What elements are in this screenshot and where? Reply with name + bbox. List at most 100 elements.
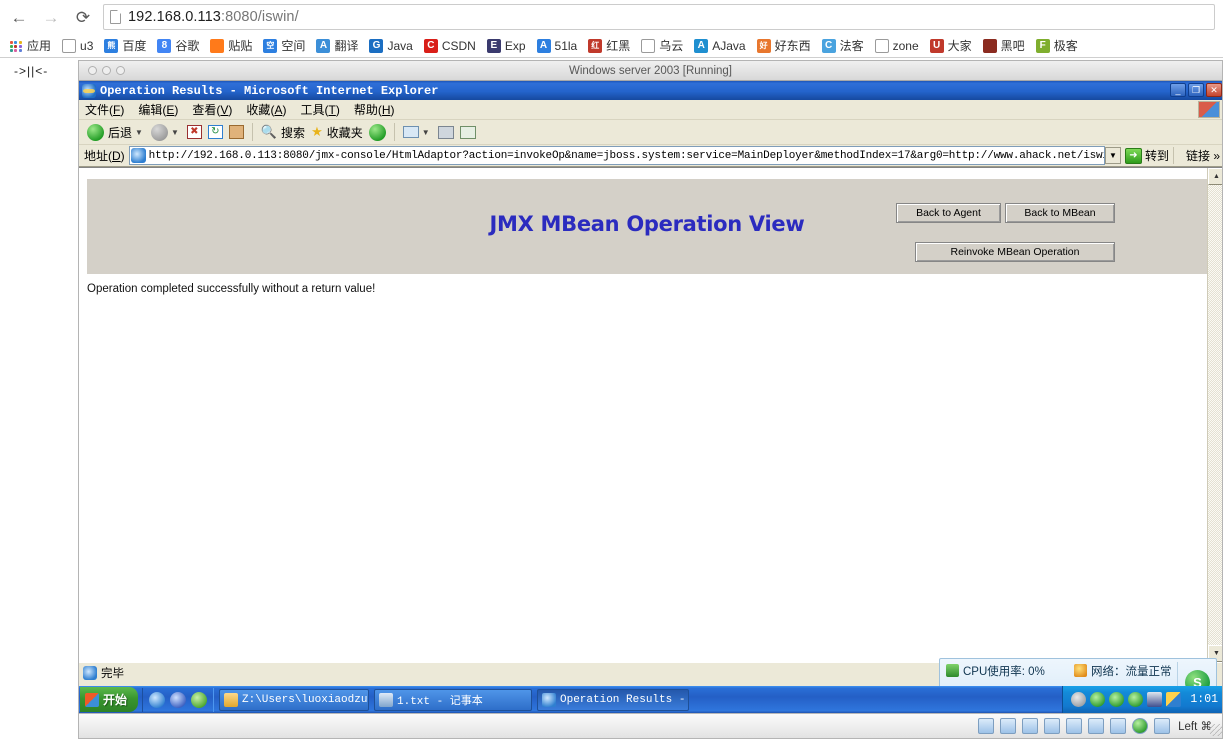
scrollbar-track[interactable]	[1208, 185, 1223, 645]
bookmark-item[interactable]: 空空间	[258, 36, 310, 56]
bookmark-item[interactable]: 贴贴	[205, 36, 257, 56]
minimize-button[interactable]: _	[1170, 83, 1186, 97]
vm-titlebar[interactable]: Windows server 2003 [Running]	[79, 61, 1222, 81]
bookmark-item[interactable]: 熊百度	[99, 36, 151, 56]
bookmark-item[interactable]: u3	[57, 36, 98, 56]
bookmark-item[interactable]: A51la	[532, 36, 583, 56]
ie-window-buttons[interactable]: _ ❐ ✕	[1170, 83, 1222, 97]
bookmark-item[interactable]: U大家	[925, 36, 977, 56]
bookmark-item[interactable]: 8谷歌	[152, 36, 204, 56]
bookmark-item[interactable]: 红红黑	[583, 36, 635, 56]
reinvoke-mbean-operation-button[interactable]: Reinvoke MBean Operation	[915, 242, 1115, 262]
close-button[interactable]: ✕	[1206, 83, 1222, 97]
tray-clock[interactable]: 1:01	[1190, 693, 1218, 706]
reload-icon[interactable]: ⟳	[70, 4, 96, 30]
bookmark-item[interactable]: GJava	[364, 36, 417, 56]
bookmark-item[interactable]: F极客	[1031, 36, 1083, 56]
refresh-icon: ↻	[208, 125, 223, 139]
ie-content-area: JMX MBean Operation View Back to Agent B…	[79, 167, 1223, 662]
bookmark-label: 好东西	[775, 37, 811, 54]
bookmarks-bar: 应用u3熊百度8谷歌贴贴空空间A翻译GJavaCCSDNEExpA51la红红黑…	[0, 34, 1223, 58]
usb-icon[interactable]	[1110, 718, 1126, 734]
ie-search-button[interactable]: 🔍 搜索	[258, 121, 308, 143]
back-arrow-icon[interactable]: ←	[6, 4, 32, 30]
display-icon[interactable]	[1088, 718, 1104, 734]
menu-item-3[interactable]: 查看(V)	[192, 101, 232, 118]
bookmark-item[interactable]: EExp	[482, 36, 531, 56]
menu-accel: F	[113, 103, 120, 117]
ie-favorites-button[interactable]: ★ 收藏夹	[308, 121, 366, 143]
back-dropdown-icon[interactable]: ▼	[135, 128, 143, 137]
bookmark-label: 百度	[122, 37, 146, 54]
start-button[interactable]: 开始	[80, 687, 138, 712]
bookmark-item[interactable]: 黑吧	[978, 36, 1030, 56]
ie-toolbar: 后退 ▼ ▼ ✖ ↻ 🔍 搜索 ★ 收藏夹	[79, 120, 1223, 145]
bookmark-item[interactable]: A翻译	[311, 36, 363, 56]
page-icon	[110, 10, 121, 24]
green-e2-icon[interactable]	[1109, 692, 1124, 707]
bookmark-item[interactable]: 好好东西	[752, 36, 816, 56]
ie2-quicklaunch-icon[interactable]	[170, 692, 186, 708]
ie-refresh-button[interactable]: ↻	[205, 121, 226, 143]
restore-button[interactable]: ❐	[1188, 83, 1204, 97]
go-button[interactable]: ➜ 转到	[1125, 147, 1169, 164]
menu-accel: E	[166, 103, 174, 117]
ie-quicklaunch-icon[interactable]	[149, 692, 165, 708]
resize-grip[interactable]	[1210, 724, 1222, 736]
ie-edit-button[interactable]	[457, 121, 479, 143]
bookmark-item[interactable]: 乌云	[636, 36, 688, 56]
green-s-icon[interactable]	[1128, 692, 1143, 707]
jmx-page: JMX MBean Operation View Back to Agent B…	[87, 168, 1207, 662]
media-icon	[369, 124, 386, 141]
page-icon	[641, 39, 655, 53]
network-icon[interactable]	[1044, 718, 1060, 734]
star-icon: ★	[311, 124, 323, 140]
tietie-icon	[210, 39, 224, 53]
links-button[interactable]: 链接 »	[1186, 147, 1220, 164]
back-to-mbean-button[interactable]: Back to MBean	[1005, 203, 1115, 223]
green-e-icon[interactable]	[1090, 692, 1105, 707]
ie-window-title: Operation Results - Microsoft Internet E…	[100, 84, 438, 98]
menu-item-2[interactable]: 编辑(E)	[138, 101, 178, 118]
menu-item-4[interactable]: 收藏(A)	[246, 101, 286, 118]
hdd-icon[interactable]	[978, 718, 994, 734]
pen-icon[interactable]	[1022, 718, 1038, 734]
browser-quicklaunch-icon[interactable]	[191, 692, 207, 708]
bookmark-item[interactable]: C法客	[817, 36, 869, 56]
taskbar-task-button[interactable]: 1.txt - 记事本	[374, 689, 532, 711]
battery-icon[interactable]	[1147, 692, 1162, 707]
omnibox[interactable]: 192.168.0.113:8080/iswin/	[103, 4, 1215, 30]
menu-item-6[interactable]: 帮助(H)	[354, 101, 395, 118]
vm-keys-down-icon[interactable]	[1154, 718, 1170, 734]
vm-globe-icon[interactable]	[1132, 718, 1148, 734]
tea-timer-icon[interactable]	[1071, 692, 1086, 707]
ie-back-button[interactable]: 后退 ▼	[84, 121, 148, 143]
taskbar-task-button[interactable]: Z:\Users\luoxiaodzu...	[219, 689, 369, 711]
address-input[interactable]: http://192.168.0.113:8080/jmx-console/Ht…	[129, 146, 1105, 165]
scroll-up-arrow-icon[interactable]: ▲	[1208, 168, 1223, 185]
menu-item-5[interactable]: 工具(T)	[300, 101, 339, 118]
ie-mail-button[interactable]: ▼	[400, 121, 435, 143]
ie-titlebar[interactable]: Operation Results - Microsoft Internet E…	[79, 81, 1223, 100]
bookmark-item[interactable]: CCSDN	[419, 36, 481, 56]
taskbar-task-list: Z:\Users\luoxiaodzu...1.txt - 记事本Operati…	[214, 689, 689, 711]
ie-print-button[interactable]	[435, 121, 457, 143]
menu-item-1[interactable]: 文件(F)	[85, 101, 124, 118]
shield-icon[interactable]	[1166, 692, 1181, 707]
taskbar-task-button[interactable]: Operation Results -...	[537, 689, 689, 711]
mail-dropdown-icon[interactable]: ▼	[422, 128, 430, 137]
bookmark-item[interactable]: 应用	[4, 36, 56, 56]
ie-stop-button[interactable]: ✖	[184, 121, 205, 143]
windows-logo-icon	[1198, 101, 1220, 118]
bookmark-item[interactable]: zone	[870, 36, 924, 56]
cd-icon[interactable]	[1000, 718, 1016, 734]
left-hint-text: ->||<-	[14, 64, 48, 78]
bookmark-label: zone	[893, 39, 919, 53]
ie-home-button[interactable]	[226, 121, 247, 143]
address-dropdown-icon[interactable]: ▼	[1105, 147, 1121, 164]
back-to-agent-button[interactable]: Back to Agent	[896, 203, 1001, 223]
ie-media-button[interactable]	[366, 121, 389, 143]
content-vertical-scrollbar[interactable]: ▲ ▼	[1207, 168, 1223, 662]
folder-icon[interactable]	[1066, 718, 1082, 734]
bookmark-item[interactable]: AAJava	[689, 36, 750, 56]
